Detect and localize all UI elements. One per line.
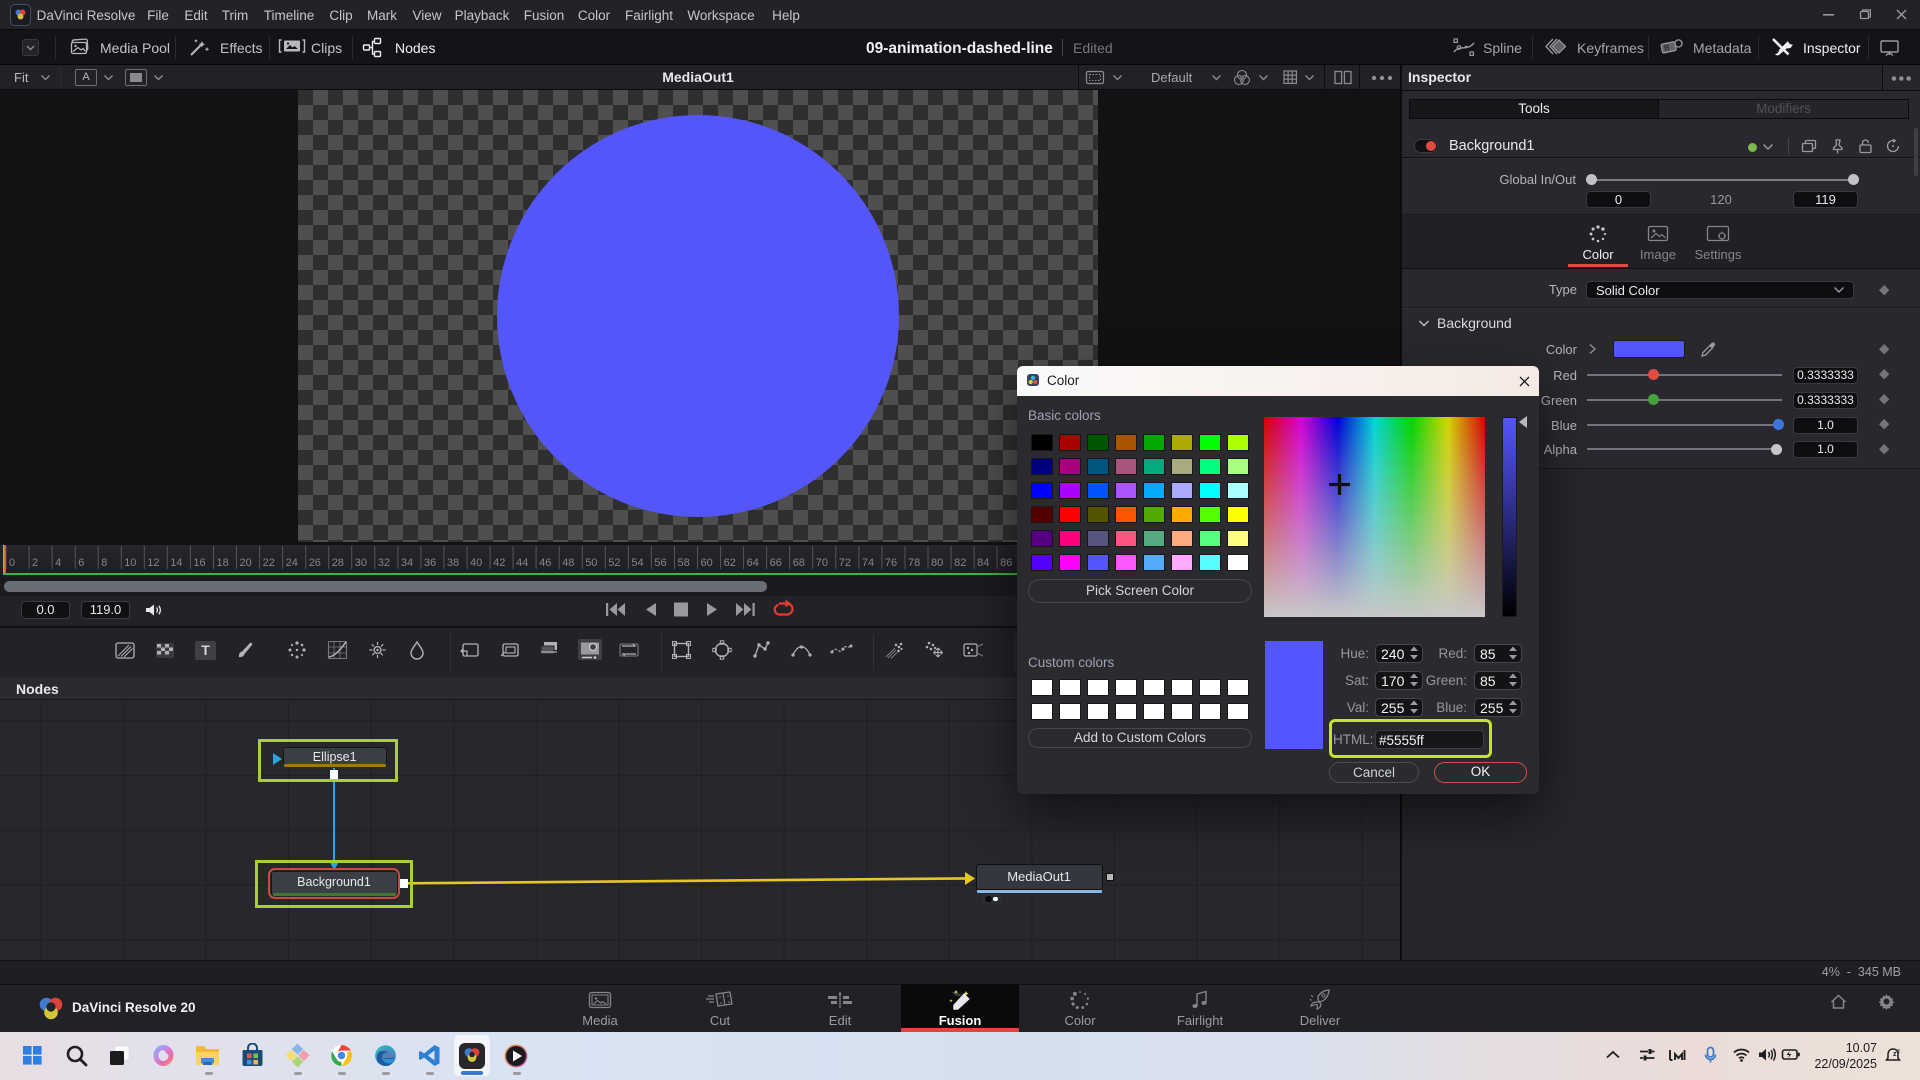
svg-text:24: 24 [286, 557, 298, 569]
svg-text:78: 78 [908, 557, 920, 569]
svg-text:62: 62 [724, 557, 736, 569]
svg-text:60: 60 [701, 557, 713, 569]
svg-text:34: 34 [401, 557, 413, 569]
svg-text:28: 28 [332, 557, 344, 569]
svg-text:14: 14 [170, 557, 182, 569]
svg-text:44: 44 [516, 557, 528, 569]
svg-text:z: z [1897, 1049, 1900, 1055]
svg-text:32: 32 [378, 557, 390, 569]
svg-text:72: 72 [839, 557, 851, 569]
svg-text:82: 82 [954, 557, 966, 569]
svg-text:68: 68 [793, 557, 805, 569]
svg-text:86: 86 [1000, 557, 1012, 569]
svg-text:84: 84 [977, 557, 989, 569]
svg-text:0: 0 [9, 557, 15, 569]
svg-text:36: 36 [424, 557, 436, 569]
svg-text:80: 80 [931, 557, 943, 569]
svg-text:56: 56 [654, 557, 666, 569]
svg-text:22: 22 [263, 557, 275, 569]
svg-text:8: 8 [101, 557, 107, 569]
svg-text:48: 48 [562, 557, 574, 569]
svg-text:30: 30 [355, 557, 367, 569]
svg-text:42: 42 [493, 557, 505, 569]
svg-text:76: 76 [885, 557, 897, 569]
svg-text:74: 74 [862, 557, 874, 569]
svg-text:12: 12 [147, 557, 159, 569]
svg-text:66: 66 [770, 557, 782, 569]
svg-text:64: 64 [747, 557, 759, 569]
svg-text:20: 20 [240, 557, 252, 569]
svg-text:38: 38 [447, 557, 459, 569]
svg-text:4: 4 [55, 557, 61, 569]
svg-text:10: 10 [124, 557, 136, 569]
svg-text:6: 6 [78, 557, 84, 569]
svg-text:18: 18 [217, 557, 229, 569]
svg-text:16: 16 [193, 557, 205, 569]
svg-text:50: 50 [585, 557, 597, 569]
svg-text:70: 70 [816, 557, 828, 569]
svg-text:52: 52 [608, 557, 620, 569]
svg-text:46: 46 [539, 557, 551, 569]
svg-text:54: 54 [631, 557, 643, 569]
svg-text:40: 40 [470, 557, 482, 569]
svg-text:26: 26 [309, 557, 321, 569]
svg-text:2: 2 [32, 557, 38, 569]
svg-text:58: 58 [678, 557, 690, 569]
